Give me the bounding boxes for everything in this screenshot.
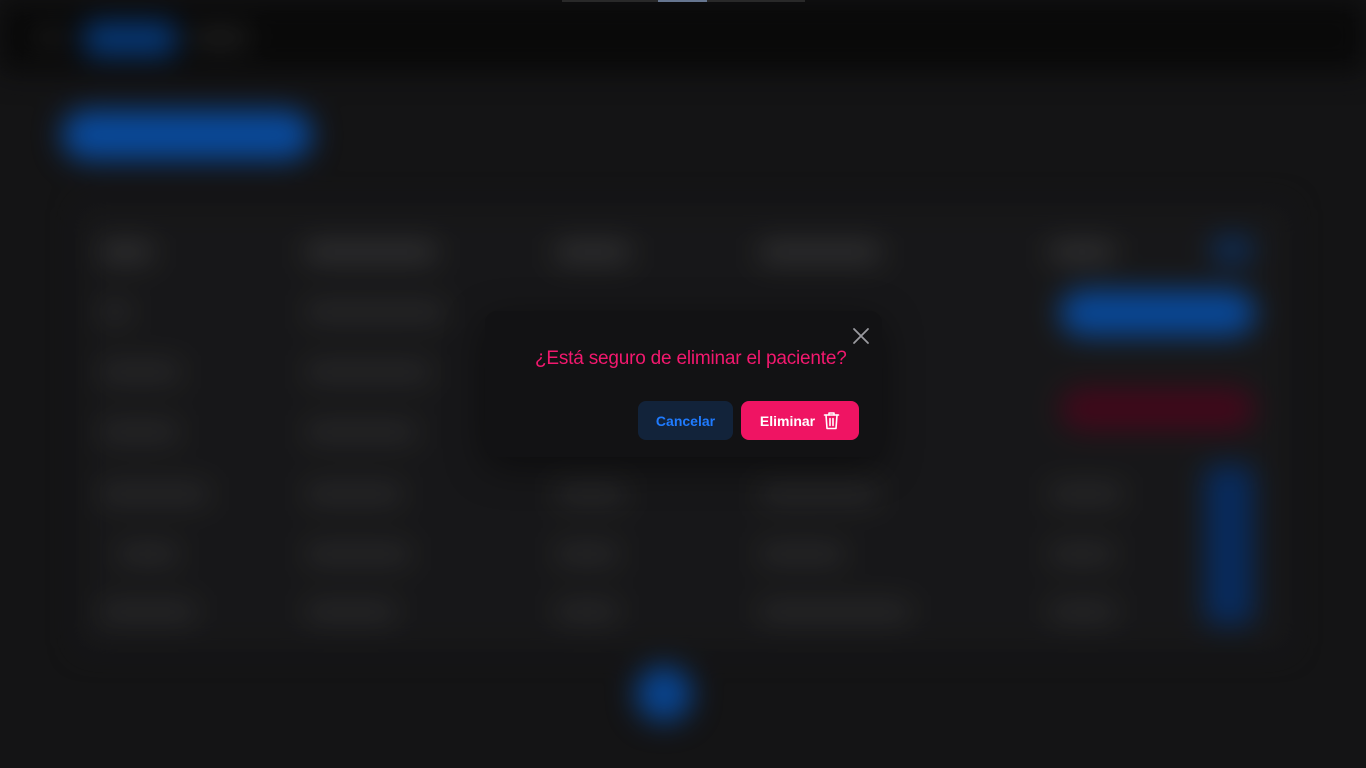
dialog-actions: Cancelar Eliminar bbox=[638, 401, 859, 440]
delete-patient-dialog: ¿Está seguro de eliminar el paciente? Ca… bbox=[485, 311, 882, 457]
trash-icon bbox=[823, 411, 840, 430]
confirm-delete-label: Eliminar bbox=[759, 412, 816, 429]
close-icon[interactable] bbox=[849, 324, 873, 348]
dialog-title: ¿Está seguro de eliminar el paciente? bbox=[535, 348, 847, 369]
confirm-delete-button[interactable]: Eliminar bbox=[741, 401, 859, 440]
cancel-button[interactable]: Cancelar bbox=[638, 401, 733, 440]
